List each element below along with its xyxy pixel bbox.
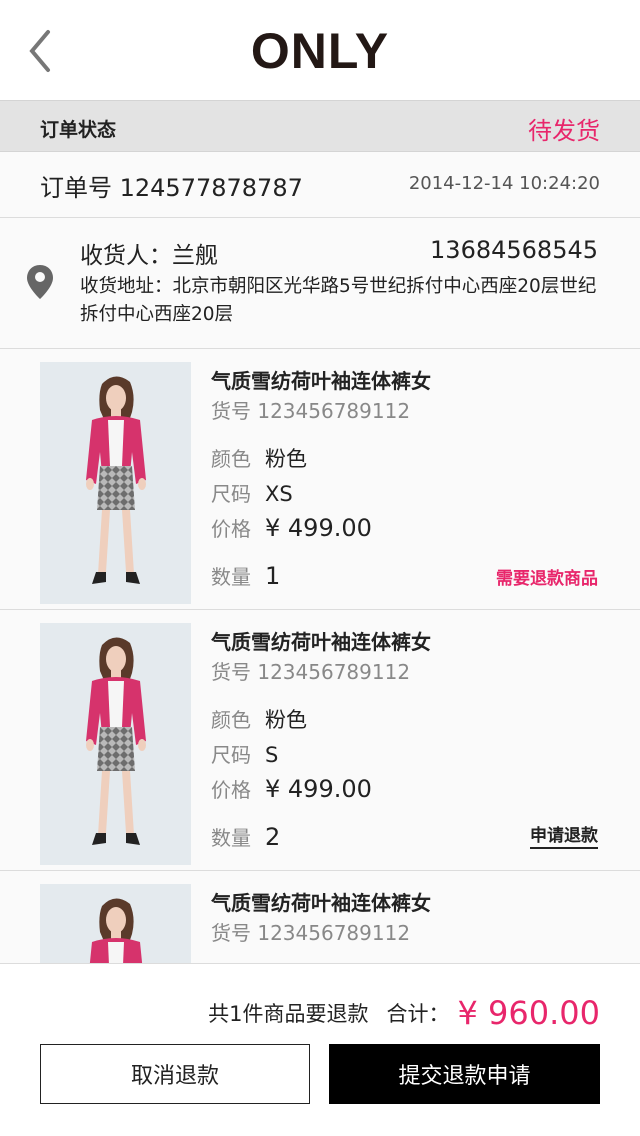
price-label: 价格 — [211, 517, 251, 541]
product-sku: 货号 123456789112 — [211, 399, 411, 423]
total-label: 合计： — [386, 1002, 450, 1026]
receiver-name: 收货人：兰舰 — [80, 243, 218, 269]
product-name: 气质雪纺荷叶袖连体裤女 — [211, 891, 431, 915]
size-label: 尺码 — [211, 482, 251, 506]
quantity-label: 数量 — [211, 565, 251, 589]
shipping-address-block: 收货人：兰舰 13684568545 收货地址：北京市朝阳区光华路5号世纪拆付中… — [0, 218, 640, 349]
quantity-value: 2 — [265, 823, 281, 851]
color-value: 粉色 — [265, 708, 307, 732]
product-name: 气质雪纺荷叶袖连体裤女 — [211, 630, 431, 654]
product-size: 尺码 S — [211, 739, 278, 768]
quantity-label: 数量 — [211, 826, 251, 850]
refund-footer: 共1件商品要退款 合计： ¥ 960.00 取消退款 提交退款申请 — [0, 963, 640, 1136]
color-value: 粉色 — [265, 447, 307, 471]
product-sku: 货号 123456789112 — [211, 660, 411, 684]
brand-logo: ONLY — [250, 23, 390, 79]
color-label: 颜色 — [211, 447, 251, 471]
order-status-value: 待发货 — [528, 117, 600, 145]
order-status-label: 订单状态 — [40, 119, 117, 141]
order-status-bar: 订单状态 待发货 — [0, 100, 640, 152]
receiver-phone: 13684568545 — [430, 236, 598, 264]
product-price: 价格 ¥ 499.00 — [211, 513, 372, 542]
refund-needed-tag[interactable]: 需要退款商品 — [496, 564, 598, 589]
color-label: 颜色 — [211, 708, 251, 732]
price-value: ¥ 499.00 — [265, 514, 372, 542]
list-item: 气质雪纺荷叶袖连体裤女 货号 123456789112 颜色 粉色 尺码 XS 价格… — [0, 349, 640, 610]
order-info-row: 订单号 124577878787 2014-12-14 10:24:20 — [0, 152, 640, 218]
refund-summary: 共1件商品要退款 合计： ¥ 960.00 — [208, 994, 600, 1032]
product-color: 颜色 粉色 — [211, 704, 307, 734]
product-name: 气质雪纺荷叶袖连体裤女 — [211, 369, 431, 393]
product-list[interactable]: 气质雪纺荷叶袖连体裤女 货号 123456789112 颜色 粉色 尺码 XS 价格… — [0, 349, 640, 963]
map-pin-icon — [26, 264, 54, 300]
refund-count-text: 共1件商品要退款 — [208, 1002, 369, 1026]
product-sku: 货号 123456789112 — [211, 921, 411, 945]
size-value: S — [265, 743, 279, 767]
product-color: 颜色 粉色 — [211, 443, 307, 473]
product-size: 尺码 XS — [211, 478, 293, 507]
app-header: ONLY — [0, 0, 640, 100]
size-value: XS — [265, 482, 293, 506]
price-label: 价格 — [211, 778, 251, 802]
product-image[interactable] — [40, 362, 191, 604]
list-item: 气质雪纺荷叶袖连体裤女 货号 123456789112 — [0, 871, 640, 963]
shipping-address: 收货地址：北京市朝阳区光华路5号世纪拆付中心西座20层世纪拆付中心西座20层 — [80, 276, 597, 325]
product-quantity: 数量 2 — [211, 822, 280, 851]
list-item: 气质雪纺荷叶袖连体裤女 货号 123456789112 颜色 粉色 尺码 S 价格 ¥… — [0, 610, 640, 871]
cancel-refund-button[interactable]: 取消退款 — [40, 1044, 310, 1104]
product-price: 价格 ¥ 499.00 — [211, 774, 372, 803]
total-amount: ¥ 960.00 — [457, 994, 601, 1032]
product-quantity: 数量 1 — [211, 561, 280, 590]
order-number: 订单号 124577878787 — [40, 174, 303, 202]
submit-refund-button[interactable]: 提交退款申请 — [329, 1044, 600, 1104]
product-image[interactable] — [40, 884, 191, 963]
order-time: 2014-12-14 10:24:20 — [408, 173, 600, 194]
price-value: ¥ 499.00 — [265, 775, 372, 803]
quantity-value: 1 — [265, 562, 281, 590]
apply-refund-link[interactable]: 申请退款 — [530, 821, 598, 849]
product-image[interactable] — [40, 623, 191, 865]
size-label: 尺码 — [211, 743, 251, 767]
